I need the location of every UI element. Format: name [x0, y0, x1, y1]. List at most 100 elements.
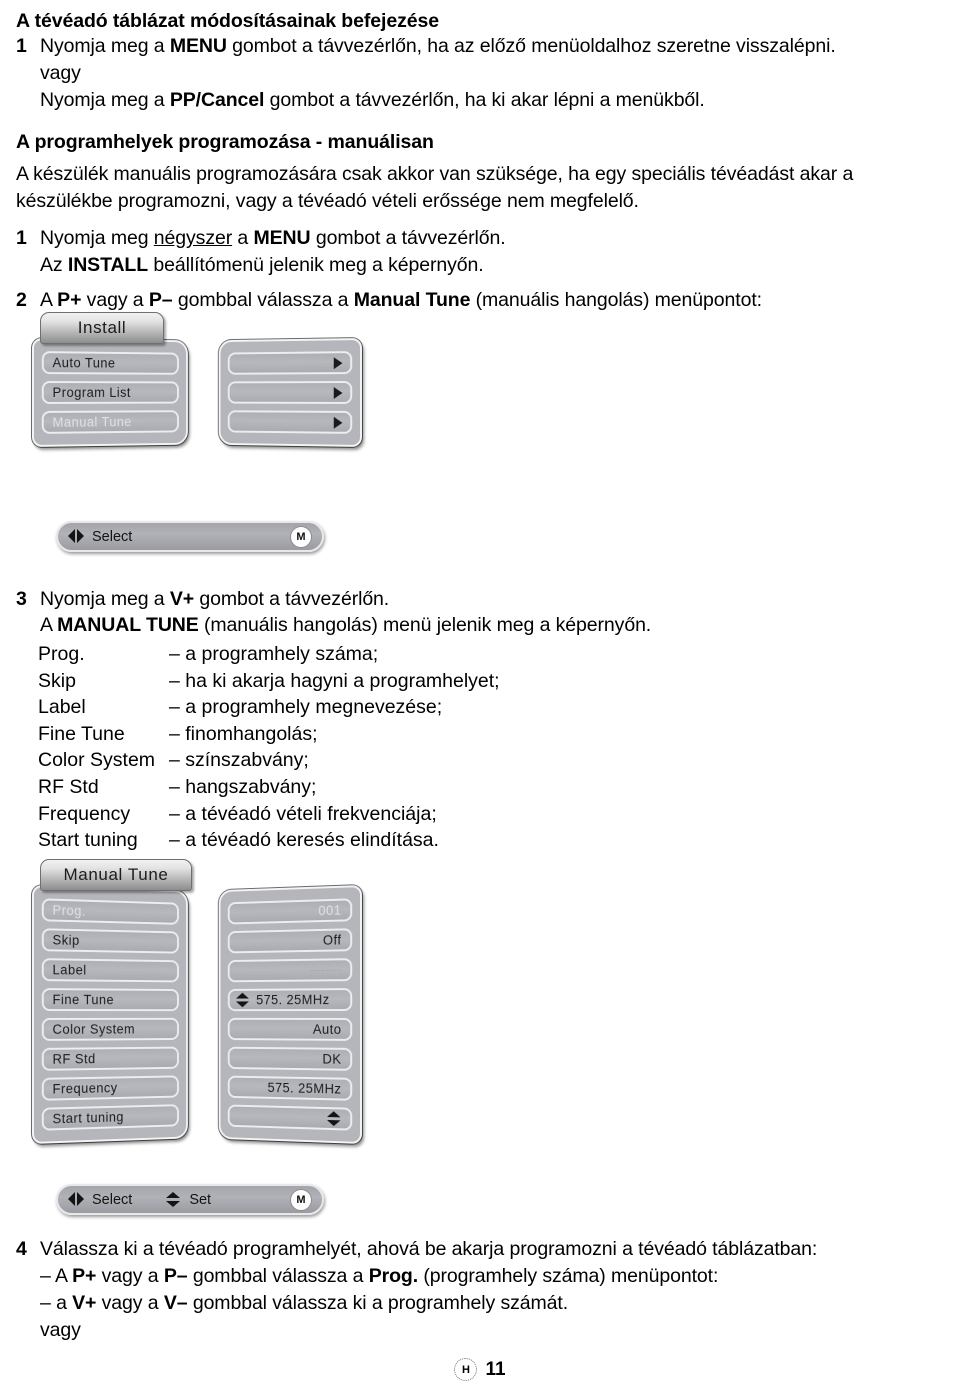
osd-item-label: Auto Tune: [52, 355, 116, 371]
text-run: – A: [40, 1265, 73, 1287]
osd-item-auto-tune[interactable]: Auto Tune: [41, 351, 179, 375]
section-2-step-4-or: vagy: [40, 1319, 81, 1341]
osd-install-hint-bar: Select M: [56, 521, 324, 552]
osd-right-panel: [218, 338, 362, 447]
osd-value-program-list[interactable]: [227, 381, 353, 404]
definition-description: – színszabvány;: [169, 749, 309, 772]
definition-description: – a programhely megnevezése;: [169, 696, 443, 719]
up-down-arrows-icon: [166, 1192, 181, 1207]
hint-set-label: Set: [189, 1191, 212, 1208]
section-2-step-2-line: A P+ vagy a P– gombbal válassza a Manual…: [40, 287, 762, 314]
text-run: Nyomja meg a: [40, 588, 170, 610]
osd-item-label: Color System: [52, 1021, 136, 1037]
key-v-minus: V–: [163, 1292, 188, 1314]
definition-term: Label: [38, 696, 86, 719]
osd-item-prog[interactable]: Prog.: [41, 898, 179, 925]
step-number: 4: [16, 1238, 27, 1260]
osd-item-program-list[interactable]: Program List: [41, 381, 179, 404]
definition-row: Label – a programhely megnevezése;: [38, 694, 468, 721]
definition-description: – hangszabvány;: [169, 775, 317, 798]
menu-manual-tune-caps: MANUAL TUNE: [57, 614, 199, 636]
left-right-arrows-icon: [68, 1191, 84, 1208]
section-2-step-1-line-2: Az INSTALL beállítómenü jelenik meg a ké…: [40, 252, 484, 279]
osd-item-label: Frequency: [52, 1080, 118, 1097]
text-run: a: [232, 227, 254, 249]
emphasis-negyszer: négyszer: [153, 227, 233, 249]
text-run: A: [40, 614, 58, 636]
key-menu: MENU: [253, 227, 311, 249]
osd-item-rf-std[interactable]: RF Std: [41, 1046, 179, 1071]
key-menu: MENU: [169, 35, 227, 57]
text-run: gombbal válassza a: [172, 289, 354, 311]
definition-term: RF Std: [38, 775, 99, 798]
definition-row: Color System – színszabvány;: [38, 747, 468, 774]
osd-item-color-system[interactable]: Color System: [41, 1017, 179, 1041]
section-2-step-1-line: Nyomja meg négyszer a MENU gombot a távv…: [40, 225, 506, 252]
osd-item-label: Manual Tune: [52, 414, 132, 430]
definition-description: – finomhangolás;: [169, 722, 318, 745]
section-1-step-1-line-2: Nyomja meg a PP/Cancel gombot a távvezér…: [40, 87, 705, 114]
osd-title-install: Install: [40, 312, 164, 344]
page-number: 11: [485, 1358, 506, 1380]
osd-value: --------: [309, 963, 342, 977]
definition-description: – a tévéadó keresés elindítása.: [169, 829, 439, 852]
text-run: vagy a: [96, 1265, 164, 1287]
osd-right-panel-inner: [221, 340, 360, 445]
step-number: 1: [16, 35, 27, 57]
text-run: gombot a távvezérlőn.: [310, 227, 506, 249]
osd-item-frequency[interactable]: Frequency: [41, 1075, 179, 1101]
section-2-step-3-line-2: A MANUAL TUNE (manuális hangolás) menü j…: [40, 612, 651, 639]
osd-value-manual-tune[interactable]: [227, 410, 353, 434]
definition-term: Color System: [38, 749, 156, 772]
definition-description: – a tévéadó vételi frekvenciája;: [169, 802, 437, 825]
text-run: vagy a: [96, 1292, 164, 1314]
menu-prog: Prog.: [368, 1265, 419, 1287]
menu-manual-tune: Manual Tune: [353, 289, 471, 311]
osd-value-fine-tune[interactable]: 575. 25MHz: [227, 988, 353, 1012]
osd-value-auto-tune[interactable]: [227, 351, 353, 375]
osd-item-start-tuning[interactable]: Start tuning: [41, 1104, 179, 1131]
osd-left-panel: Prog. Skip Label Fine Tune Color System: [32, 885, 188, 1144]
osd-item-fine-tune[interactable]: Fine Tune: [41, 988, 179, 1012]
definition-row: Prog. – a programhely száma;: [38, 641, 468, 668]
key-v-plus: V+: [169, 588, 195, 610]
definition-row: Frequency – a tévéadó vételi frekvenciáj…: [38, 801, 468, 828]
up-down-arrows-icon: [236, 993, 250, 1008]
definition-term: Skip: [38, 669, 76, 692]
osd-value-skip[interactable]: Off: [227, 928, 353, 954]
up-down-arrows-icon: [327, 1111, 341, 1126]
text-run: gombot a távvezérlőn.: [194, 588, 390, 610]
osd-item-skip[interactable]: Skip: [41, 928, 179, 954]
osd-value-start-tuning[interactable]: [227, 1104, 353, 1131]
section-2-step-4-line-2: – A P+ vagy a P– gombbal válassza a Prog…: [40, 1263, 718, 1290]
osd-value-rf-std[interactable]: DK: [227, 1046, 353, 1071]
osd-left-panel-inner: Auto Tune Program List Manual Tune: [34, 340, 186, 445]
section-1-step-1-line: Nyomja meg a MENU gombot a távvezérlőn, …: [40, 33, 836, 60]
definition-row: Fine Tune – finomhangolás;: [38, 721, 468, 748]
definition-description: – ha ki akarja hagyni a programhelyet;: [169, 669, 500, 692]
step-number: 2: [16, 289, 27, 311]
osd-item-label[interactable]: Label: [41, 958, 179, 983]
key-p-minus: P–: [148, 289, 173, 311]
section-2-intro-line-2: készülékbe programozni, vagy a tévéadó v…: [16, 190, 639, 212]
osd-right-panel: 001 Off -------- 575. 25MHz Auto DK 575.…: [218, 885, 362, 1144]
left-right-arrows-icon: [68, 528, 84, 545]
right-arrow-icon: [333, 356, 343, 369]
menu-key-badge: M: [290, 525, 312, 548]
osd-item-label: Label: [52, 962, 87, 978]
osd-value: DK: [322, 1051, 342, 1067]
text-run: vagy a: [81, 289, 149, 311]
definition-row: Start tuning – a tévéadó keresés elindít…: [38, 827, 468, 854]
definition-term: Start tuning: [38, 829, 138, 852]
osd-value-frequency[interactable]: 575. 25MHz: [227, 1075, 353, 1101]
osd-left-panel-inner: Prog. Skip Label Fine Tune Color System: [34, 887, 186, 1142]
osd-value-prog[interactable]: 001: [227, 898, 353, 925]
osd-item-manual-tune[interactable]: Manual Tune: [41, 410, 179, 434]
text-run: gombot a távvezérlőn, ha ki akar lépni a…: [264, 89, 705, 111]
section-2-step-3-line: Nyomja meg a V+ gombot a távvezérlőn.: [40, 586, 389, 613]
hint-select-label: Select: [92, 1191, 133, 1208]
osd-right-panel-inner: 001 Off -------- 575. 25MHz Auto DK 575.…: [221, 887, 360, 1142]
text-run: Nyomja meg: [40, 227, 154, 249]
osd-value-label[interactable]: --------: [227, 958, 353, 983]
osd-value-color-system[interactable]: Auto: [227, 1017, 353, 1041]
